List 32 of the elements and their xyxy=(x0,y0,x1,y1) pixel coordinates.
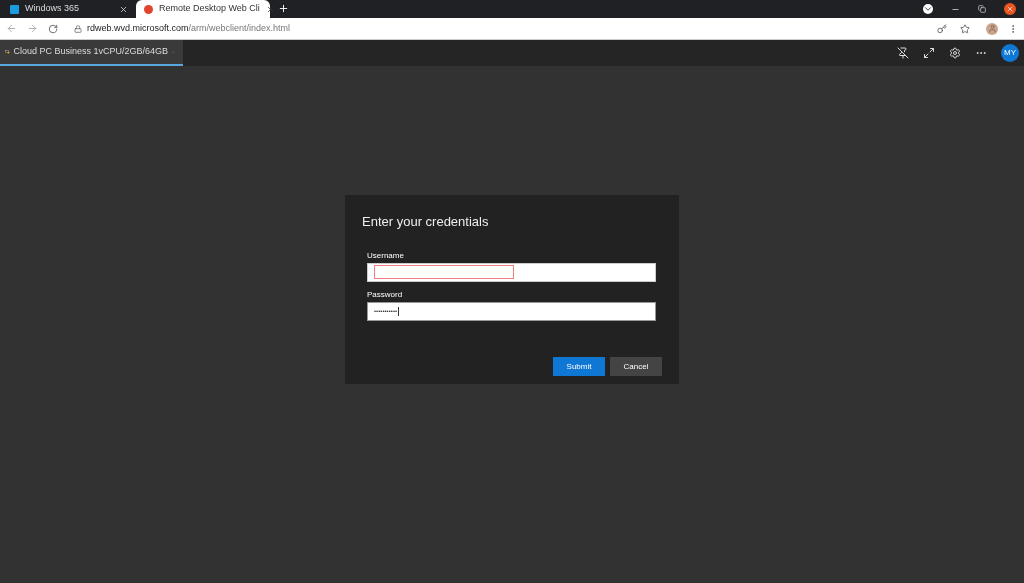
tab-title: Windows 365 xyxy=(25,2,81,16)
submit-button[interactable]: Submit xyxy=(553,357,605,376)
key-icon[interactable] xyxy=(937,23,947,34)
browser-tab[interactable]: Windows 365 xyxy=(2,0,136,18)
remote-desktop-logo-icon xyxy=(144,4,153,14)
new-tab-icon[interactable] xyxy=(278,3,289,14)
close-window-icon[interactable] xyxy=(1004,3,1016,15)
browser-tab[interactable]: Remote Desktop Web Cli xyxy=(136,0,270,18)
unpin-icon[interactable] xyxy=(897,47,909,59)
monitor-icon xyxy=(5,47,10,57)
cancel-button[interactable]: Cancel xyxy=(610,357,662,376)
account-avatar[interactable]: MY xyxy=(1001,44,1019,62)
session-title: Cloud PC Business 1vCPU/2GB/64GB xyxy=(13,45,169,59)
profile-avatar[interactable] xyxy=(986,22,998,35)
field-label: Password xyxy=(367,288,404,301)
lock-icon xyxy=(74,24,82,33)
reload-icon[interactable] xyxy=(48,23,58,34)
windows-logo-icon xyxy=(10,4,19,14)
close-icon[interactable] xyxy=(265,4,275,14)
settings-icon[interactable] xyxy=(949,47,961,59)
session-tab[interactable]: Cloud PC Business 1vCPU/2GB/64GB xyxy=(0,40,183,66)
username-field[interactable] xyxy=(367,262,656,282)
tab-search-icon[interactable] xyxy=(923,4,933,14)
field-label: Username xyxy=(367,249,405,262)
fullscreen-icon[interactable] xyxy=(923,47,935,59)
url-host: rdweb.wvd.microsoft.com xyxy=(87,22,189,33)
bookmark-star-icon[interactable] xyxy=(960,23,970,34)
dialog-title: Enter your credentials xyxy=(362,213,490,231)
tab-title: Remote Desktop Web Cli xyxy=(159,2,260,16)
close-icon[interactable] xyxy=(119,4,128,14)
restore-icon[interactable] xyxy=(978,5,986,13)
url-path: /arm/webclient/index.html xyxy=(188,22,291,33)
